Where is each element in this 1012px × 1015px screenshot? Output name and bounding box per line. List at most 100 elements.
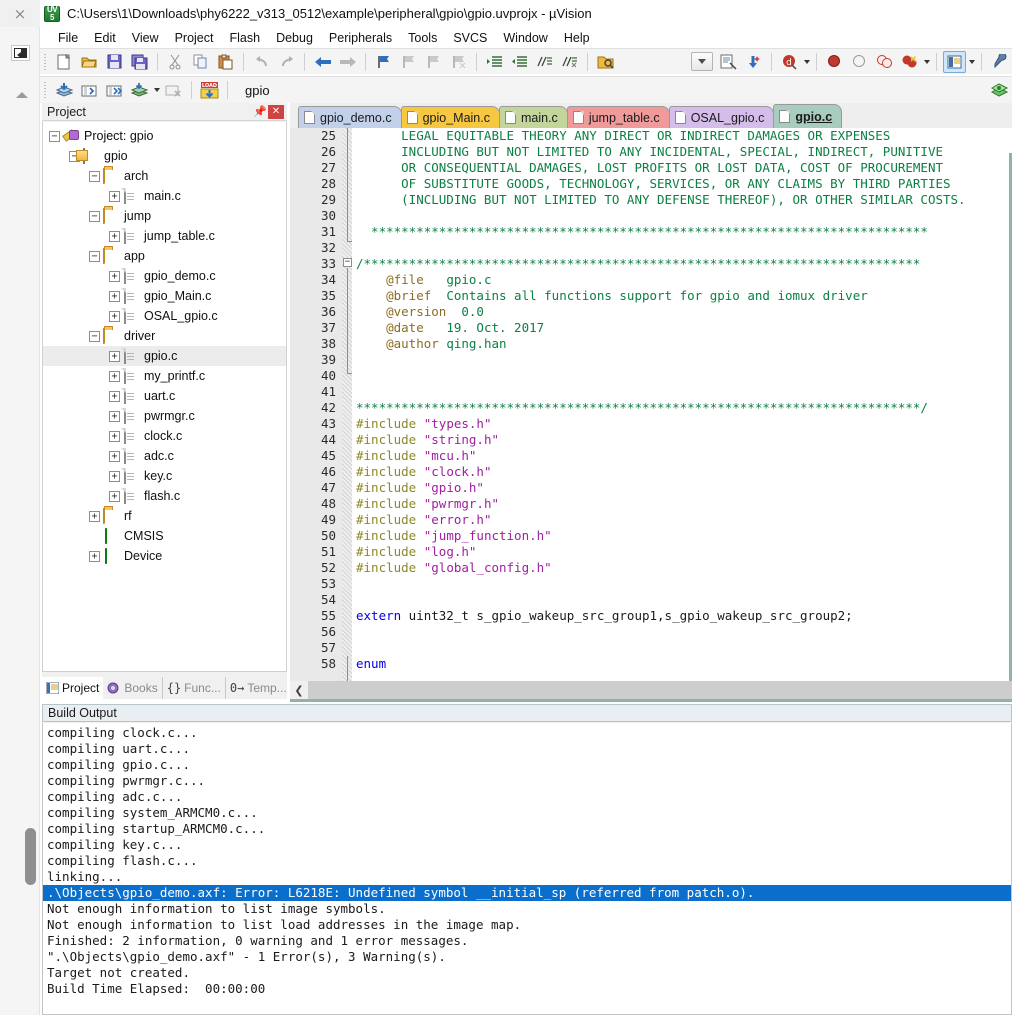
menu-item-help[interactable]: Help bbox=[556, 29, 598, 47]
build-output-line[interactable]: compiling uart.c... bbox=[43, 741, 1011, 757]
build-output-line[interactable]: compiling startup_ARMCM0.c... bbox=[43, 821, 1011, 837]
build-output-line[interactable]: ".\Objects\gpio_demo.axf" - 1 Error(s), … bbox=[43, 949, 1011, 965]
tree-expander[interactable]: + bbox=[109, 370, 120, 382]
tree-item-main-c[interactable]: + main.c bbox=[43, 186, 286, 206]
new-file-icon[interactable] bbox=[53, 51, 76, 73]
editor-tab-main-c[interactable]: main.c bbox=[498, 106, 568, 128]
tree-expander[interactable]: + bbox=[109, 310, 120, 322]
tree-expander[interactable]: − bbox=[49, 130, 60, 142]
tree-expander[interactable]: + bbox=[109, 490, 120, 502]
tree-item-gpio-c[interactable]: + gpio.c bbox=[43, 346, 286, 366]
indent-icon[interactable] bbox=[483, 51, 506, 73]
build-output-line[interactable]: compiling system_ARMCM0.c... bbox=[43, 805, 1011, 821]
batch-build-icon[interactable] bbox=[128, 79, 151, 101]
navigate-back-icon[interactable] bbox=[311, 51, 334, 73]
paste-icon[interactable] bbox=[214, 51, 237, 73]
build-output-line[interactable]: compiling clock.c... bbox=[43, 725, 1011, 741]
debug-arrow[interactable] bbox=[802, 51, 811, 73]
tree-expander[interactable]: + bbox=[109, 290, 120, 302]
menu-item-window[interactable]: Window bbox=[495, 29, 555, 47]
editor-tab-gpio-demo-c[interactable]: gpio_demo.c bbox=[298, 106, 402, 128]
build-output-line[interactable]: compiling flash.c... bbox=[43, 853, 1011, 869]
toolbar-grip[interactable] bbox=[42, 51, 49, 72]
bookmark-prev-icon[interactable] bbox=[397, 51, 420, 73]
build-output-line[interactable]: compiling adc.c... bbox=[43, 789, 1011, 805]
tree-expander[interactable]: + bbox=[109, 470, 120, 482]
uncomment-icon[interactable] bbox=[558, 51, 581, 73]
menu-item-file[interactable]: File bbox=[50, 29, 86, 47]
editor-tab-osal-gpio-c[interactable]: OSAL_gpio.c bbox=[668, 106, 775, 128]
redo-icon[interactable] bbox=[275, 51, 298, 73]
build-output-line[interactable]: Target not created. bbox=[43, 965, 1011, 981]
pack-installer-icon[interactable] bbox=[988, 79, 1011, 101]
tree-item-clock-c[interactable]: + clock.c bbox=[43, 426, 286, 446]
configure-wizard-icon[interactable] bbox=[742, 51, 765, 73]
build-output-line[interactable]: linking... bbox=[43, 869, 1011, 885]
kill-arrow[interactable] bbox=[922, 51, 931, 73]
tree-expander[interactable]: + bbox=[89, 550, 100, 562]
tree-expander[interactable]: − bbox=[89, 210, 100, 222]
enable-breakpoint-icon[interactable] bbox=[848, 51, 871, 73]
tree-expander[interactable]: − bbox=[89, 170, 100, 182]
editor-tab-gpio-main-c[interactable]: gpio_Main.c bbox=[400, 106, 500, 128]
fold-marker-collapse[interactable]: − bbox=[343, 258, 352, 267]
navigate-forward-icon[interactable] bbox=[336, 51, 359, 73]
menu-item-tools[interactable]: Tools bbox=[400, 29, 445, 47]
build-output-line[interactable]: compiling pwrmgr.c... bbox=[43, 773, 1011, 789]
disable-all-breakpoints-icon[interactable] bbox=[873, 51, 896, 73]
code-editor[interactable]: 25 LEGAL EQUITABLE THEORY ANY DIRECT OR … bbox=[290, 128, 1012, 681]
tree-item-gpio-demo-c[interactable]: + gpio_demo.c bbox=[43, 266, 286, 286]
tree-expander[interactable]: + bbox=[109, 430, 120, 442]
editor-horizontal-scrollbar[interactable]: ❮ bbox=[290, 681, 1012, 699]
tab-functions[interactable]: {} Func... bbox=[163, 677, 226, 699]
bookmark-toggle-icon[interactable] bbox=[372, 51, 395, 73]
build-output-line[interactable]: compiling gpio.c... bbox=[43, 757, 1011, 773]
menu-item-edit[interactable]: Edit bbox=[86, 29, 124, 47]
manage-windows-icon[interactable] bbox=[943, 50, 966, 73]
menu-item-debug[interactable]: Debug bbox=[268, 29, 321, 47]
debug-session-icon[interactable]: d bbox=[778, 51, 801, 73]
bookmark-next-icon[interactable] bbox=[422, 51, 445, 73]
save-all-icon[interactable] bbox=[128, 51, 151, 73]
tree-item-jump-table-c[interactable]: + jump_table.c bbox=[43, 226, 286, 246]
menu-item-peripherals[interactable]: Peripherals bbox=[321, 29, 400, 47]
insert-breakpoint-icon[interactable] bbox=[823, 51, 846, 73]
editor-tab-jump-table-c[interactable]: jump_table.c bbox=[566, 106, 670, 128]
tree-item-jump[interactable]: − jump bbox=[43, 206, 286, 226]
build-error-line[interactable]: .\Objects\gpio_demo.axf: Error: L6218E: … bbox=[43, 885, 1011, 901]
toolbar-grip[interactable] bbox=[42, 80, 49, 100]
tree-item-gpio-main-c[interactable]: + gpio_Main.c bbox=[43, 286, 286, 306]
build-output-line[interactable]: Not enough information to list image sym… bbox=[43, 901, 1011, 917]
manage-arrow[interactable] bbox=[967, 51, 976, 73]
target-selector[interactable]: gpio bbox=[239, 80, 364, 100]
close-icon[interactable]: ✕ bbox=[268, 104, 284, 119]
tree-expander[interactable]: + bbox=[89, 510, 100, 522]
close-window-button[interactable]: × bbox=[0, 0, 40, 27]
tree-item-key-c[interactable]: + key.c bbox=[43, 466, 286, 486]
undo-icon[interactable] bbox=[250, 51, 273, 73]
tree-expander[interactable]: + bbox=[109, 390, 120, 402]
tree-item-rf[interactable]: + rf bbox=[43, 506, 286, 526]
tab-templates[interactable]: 0→ Temp... bbox=[226, 677, 292, 699]
combo-dropdown[interactable] bbox=[691, 52, 713, 71]
scroll-up-arrow-icon[interactable] bbox=[16, 92, 28, 98]
tree-item-osal-gpio-c[interactable]: + OSAL_gpio.c bbox=[43, 306, 286, 326]
tree-item-device[interactable]: + Device bbox=[43, 546, 286, 566]
tree-item-cmsis[interactable]: CMSIS bbox=[43, 526, 286, 546]
tree-expander[interactable]: − bbox=[89, 250, 100, 262]
configure-icon[interactable] bbox=[988, 51, 1011, 73]
bookmark-clear-icon[interactable] bbox=[447, 51, 470, 73]
menu-item-project[interactable]: Project bbox=[167, 29, 222, 47]
build-output-body[interactable]: compiling clock.c... compiling uart.c... c… bbox=[42, 723, 1012, 1015]
project-tree[interactable]: − Project: gpio − gpio − arch + main.c − jump + jum… bbox=[42, 122, 287, 672]
tree-item-adc-c[interactable]: + adc.c bbox=[43, 446, 286, 466]
menu-item-flash[interactable]: Flash bbox=[221, 29, 268, 47]
tab-books[interactable]: Books bbox=[103, 677, 163, 699]
tree-expander[interactable]: + bbox=[109, 450, 120, 462]
collapse-panel-icon[interactable] bbox=[11, 45, 30, 61]
batch-build-arrow[interactable] bbox=[152, 79, 161, 101]
pin-icon[interactable]: 📌 bbox=[252, 104, 268, 119]
tree-expander[interactable]: − bbox=[89, 330, 100, 342]
menu-item-view[interactable]: View bbox=[124, 29, 167, 47]
tree-item-my-printf-c[interactable]: + my_printf.c bbox=[43, 366, 286, 386]
